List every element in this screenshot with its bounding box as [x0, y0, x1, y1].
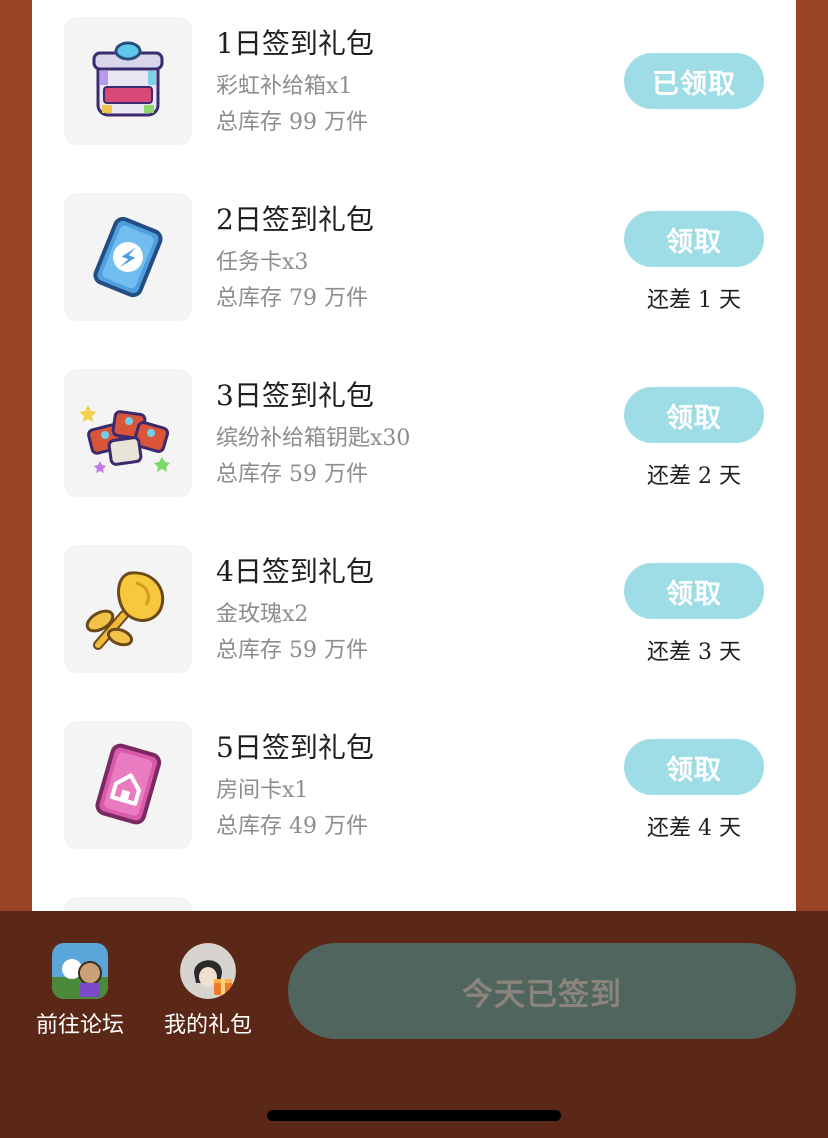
- bottom-bar: 前往论坛 我的礼包 今天已签到: [0, 911, 828, 1138]
- gift-stock: 总库存 59 万件: [216, 462, 368, 487]
- gift-row-day-1: 1日签到礼包 彩虹补给箱x1 总库存 99 万件 已领取: [32, 0, 796, 176]
- gift-stock: 总库存 79 万件: [216, 286, 368, 311]
- gift-stock: 总库存 59 万件: [216, 638, 368, 663]
- gift-title: 1日签到礼包: [216, 27, 374, 60]
- room-card-icon: [95, 743, 162, 825]
- gift-thumbnail: [64, 17, 192, 145]
- gift-thumbnail: [64, 369, 192, 497]
- gift-row-day-5: 5日签到礼包 房间卡x1 总库存 49 万件 领取 还差 4 天: [32, 704, 796, 880]
- gift-title: 5日签到礼包: [216, 731, 374, 764]
- gift-thumbnail: [64, 545, 192, 673]
- gift-row-partial: [32, 880, 796, 912]
- gift-item: 缤纷补给箱钥匙x30: [216, 426, 411, 451]
- gift-row-day-4: 4日签到礼包 金玫瑰x2 总库存 59 万件 领取 还差 3 天: [32, 528, 796, 704]
- days-remaining: 还差 1 天: [647, 288, 741, 313]
- gift-stock: 总库存 99 万件: [216, 110, 368, 135]
- gift-title: 4日签到礼包: [216, 555, 374, 588]
- gift-title: 3日签到礼包: [216, 379, 374, 412]
- signed-in-today-button[interactable]: 今天已签到: [288, 943, 796, 1039]
- claimed-button[interactable]: 已领取: [624, 53, 764, 109]
- my-gifts-button[interactable]: 我的礼包: [153, 943, 263, 1039]
- days-remaining: 还差 3 天: [647, 640, 741, 665]
- claim-button[interactable]: 领取: [624, 563, 764, 619]
- rainbow-supply-box-icon: [92, 41, 164, 117]
- forum-label: 前往论坛: [35, 1013, 124, 1038]
- gift-thumbnail: [64, 193, 192, 321]
- days-remaining: 还差 2 天: [647, 464, 741, 489]
- gift-title: 2日签到礼包: [216, 203, 374, 236]
- forum-button[interactable]: 前往论坛: [25, 943, 135, 1039]
- gift-row-day-2: 2日签到礼包 任务卡x3 总库存 79 万件 领取 还差 1 天: [32, 176, 796, 352]
- gift-row-day-3: 3日签到礼包 缤纷补给箱钥匙x30 总库存 59 万件 领取 还差 2 天: [32, 352, 796, 528]
- gold-rose-icon: [85, 571, 165, 650]
- gift-stock: 总库存 49 万件: [216, 814, 368, 839]
- gift-item: 彩虹补给箱x1: [216, 74, 353, 99]
- gift-thumbnail: [64, 721, 192, 849]
- gift-item: 金玫瑰x2: [216, 602, 309, 627]
- task-card-icon: [93, 216, 163, 298]
- gift-list-panel: 1日签到礼包 彩虹补给箱x1 总库存 99 万件 已领取 2日签到礼包 任务卡x…: [32, 0, 796, 912]
- gift-item: 任务卡x3: [216, 250, 309, 275]
- forum-app-icon: [52, 943, 108, 999]
- claim-button[interactable]: 领取: [624, 387, 764, 443]
- claim-button[interactable]: 领取: [624, 739, 764, 795]
- supply-box-keys-icon: [79, 405, 170, 473]
- home-indicator: [267, 1110, 561, 1121]
- days-remaining: 还差 4 天: [647, 816, 741, 841]
- my-gifts-label: 我的礼包: [163, 1013, 252, 1038]
- gift-item: 房间卡x1: [216, 778, 309, 803]
- gift-thumbnail: [64, 897, 192, 912]
- claim-button[interactable]: 领取: [624, 211, 764, 267]
- my-gifts-avatar-icon: [180, 943, 236, 999]
